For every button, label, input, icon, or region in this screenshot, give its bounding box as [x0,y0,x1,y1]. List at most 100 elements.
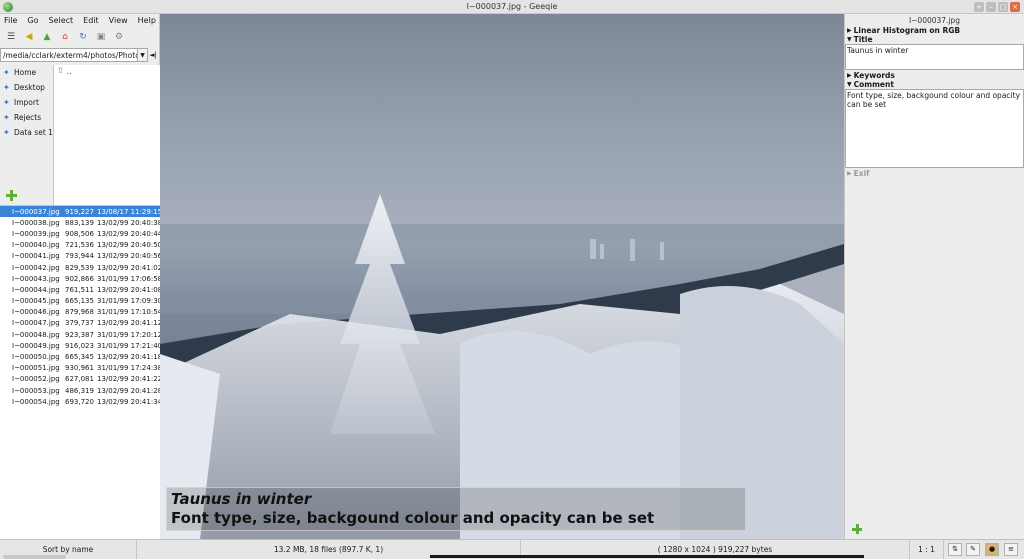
file-size: 665,135 [65,297,94,306]
file-size: 923,387 [65,330,94,339]
path-bar: /media/cclark/exterm4/photos/Photos 1 ▼ … [0,48,160,64]
file-size: 486,319 [65,386,94,395]
back-icon[interactable]: ◀ [23,31,35,43]
menu-select[interactable]: Select [48,16,73,28]
bookmarks-list: ✦ Home ✦ Desktop ✦ Import ✦ Rejects ✦ Data se… [0,65,53,205]
expand-icon: ▶ [847,170,852,177]
section-label: Comment [853,80,894,89]
file-date: 13/08/17 11:29:15 [97,207,163,216]
file-row[interactable]: I~000053.jpg 486,319 13/02/99 20:41:28 [0,385,163,396]
section-label: Title [853,35,873,44]
minimize-button[interactable]: – [986,2,996,12]
file-date: 13/02/99 20:40:44 [97,229,163,238]
file-row[interactable]: I~000050.jpg 665,345 13/02/99 20:41:18 [0,351,162,362]
file-name: I~000047.jpg [12,319,60,328]
file-row[interactable]: I~000049.jpg 916,023 31/01/99 17:21:40 [0,340,162,351]
thumbnails-icon[interactable]: ▣ [95,31,107,43]
title-field[interactable]: Taunus in winter [845,44,1024,70]
menu-bar: File Go Select Edit View Help [0,14,159,28]
write-metadata-icon[interactable]: ≡ [1004,543,1018,556]
window-title: I~000037.jpg - Geeqie [466,2,558,11]
file-row[interactable]: I~000054.jpg 693,720 13/02/99 20:41:34 [0,396,163,407]
progress-bar [430,555,864,558]
close-button[interactable]: × [1010,2,1020,12]
section-histogram[interactable]: ▶ Linear Histogram on RGB [845,26,1024,35]
file-date: 13/02/99 20:41:34 [97,397,163,406]
file-row[interactable]: I~000045.jpg 665,135 31/01/99 17:09:30 [0,296,162,307]
file-row[interactable]: I~000051.jpg 930,961 31/01/99 17:24:38 [0,363,162,374]
window-controls: + – □ × [974,2,1020,12]
zoom-level[interactable]: 1 : 1 [910,540,944,559]
file-row[interactable]: I~000040.jpg 721,536 13/02/99 20:40:50 [0,240,162,251]
file-row[interactable]: I~000039.jpg 908,506 13/02/99 20:40:44 [0,228,163,239]
exif-rotate-icon[interactable]: ⇅ [948,543,962,556]
path-go-icon[interactable]: ◄| [148,48,158,62]
section-comment[interactable]: ▼ Comment [845,80,1024,89]
file-size: 829,539 [65,263,94,272]
bookmark-desktop[interactable]: ✦ Desktop [0,80,53,95]
file-row[interactable]: I~000048.jpg 923,387 31/01/99 17:20:12 [0,329,163,340]
file-row[interactable]: I~000046.jpg 879,968 31/01/99 17:10:54 [0,307,163,318]
file-size: 665,345 [65,353,94,362]
file-date: 13/02/99 20:41:28 [97,386,163,395]
menu-edit[interactable]: Edit [83,16,99,28]
bookmark-home[interactable]: ✦ Home [0,65,53,80]
draw-mode-icon[interactable]: ✎ [966,543,980,556]
menu-file[interactable]: File [4,16,17,28]
bookmark-icon: ✦ [3,67,10,77]
up-icon[interactable]: ▲ [41,31,53,43]
color-profile-icon[interactable]: ● [985,543,999,556]
photo-image [160,14,844,539]
file-name: I~000051.jpg [12,364,60,373]
menu-go[interactable]: Go [27,16,38,28]
dir-item-label: .. [66,67,72,76]
path-input[interactable]: /media/cclark/exterm4/photos/Photos 1 [0,48,138,62]
file-row[interactable]: I~000038.jpg 883,139 13/02/99 20:40:38 [0,217,163,228]
file-row[interactable]: I~000044.jpg 761,511 13/02/99 20:41:08 [0,284,162,295]
bookmark-data-set-1[interactable]: ✦ Data set 1 [0,125,53,140]
file-date: 13/02/99 20:40:38 [97,218,163,227]
section-label: Linear Histogram on RGB [853,26,961,35]
add-pane-icon[interactable] [852,524,862,534]
file-size: 693,720 [65,397,94,406]
file-row[interactable]: I~000052.jpg 627,081 13/02/99 20:41:22 [0,374,163,385]
file-name: I~000050.jpg [12,353,60,362]
keep-above-button[interactable]: + [974,2,984,12]
section-title[interactable]: ▼ Title [845,35,1024,44]
comment-field[interactable]: Font type, size, backgound colour and op… [845,89,1024,168]
file-date: 13/02/99 20:41:22 [97,375,163,384]
menu-help[interactable]: Help [138,16,156,28]
home-icon[interactable]: ⌂ [59,31,71,43]
section-exif[interactable]: ▶ Exif [845,169,1024,178]
file-row[interactable]: I~000043.jpg 902,866 31/01/99 17:06:58 [0,273,162,284]
maximize-button[interactable]: □ [998,2,1008,12]
file-row[interactable]: I~000047.jpg 379,737 13/02/99 20:41:12 [0,318,162,329]
file-row[interactable]: I~000042.jpg 829,539 13/02/99 20:41:02 [0,262,162,273]
bookmark-import[interactable]: ✦ Import [0,95,53,110]
toolbar: ☰ ◀ ▲ ⌂ ↻ ▣ ⚙ [0,28,159,46]
section-label: Exif [853,169,870,178]
settings-icon[interactable]: ⚙ [113,31,125,43]
file-size: 879,968 [65,308,94,317]
bookmark-rejects[interactable]: ✦ Rejects [0,110,53,125]
refresh-icon[interactable]: ↻ [77,31,89,43]
file-date: 31/01/99 17:20:12 [97,330,163,339]
section-label: Keywords [853,71,895,80]
file-name: I~000044.jpg [12,285,60,294]
list-view-icon[interactable]: ☰ [5,31,17,43]
path-dropdown-icon[interactable]: ▼ [138,48,148,62]
file-row[interactable]: I~000041.jpg 793,944 13/02/99 20:40:56 [0,251,162,262]
section-keywords[interactable]: ▶ Keywords [845,71,1024,80]
menu-view[interactable]: View [109,16,128,28]
image-viewer[interactable]: Taunus in winter Font type, size, backgo… [160,14,844,539]
file-list-scrollbar[interactable] [3,555,66,559]
file-size: 883,139 [65,218,94,227]
file-size: 627,081 [65,375,94,384]
file-name: I~000041.jpg [12,252,60,261]
file-name: I~000039.jpg [12,229,60,238]
add-bookmark-icon[interactable] [6,190,17,201]
file-row[interactable]: I~000037.jpg 919,227 13/08/17 11:29:15 [0,206,163,218]
file-date: 31/01/99 17:10:54 [97,308,163,317]
dir-item-parent[interactable]: ⇧.. [54,65,160,77]
file-name: I~000048.jpg [12,330,60,339]
